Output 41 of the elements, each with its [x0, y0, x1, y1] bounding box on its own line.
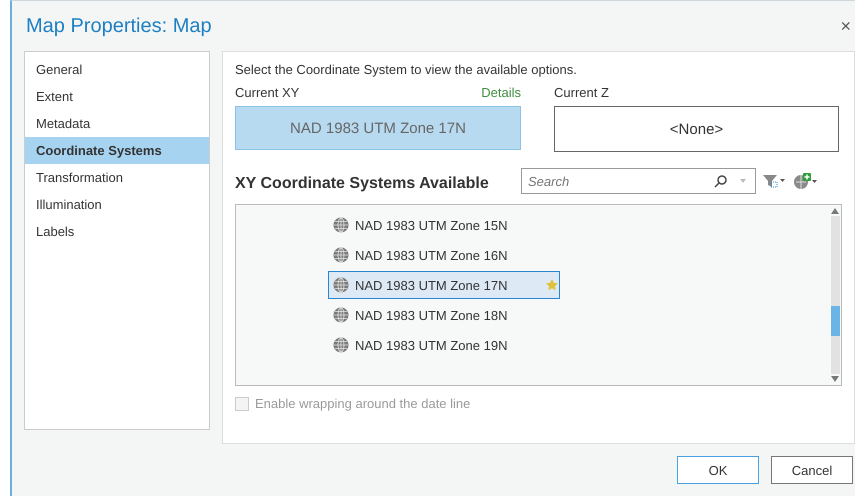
- cancel-button[interactable]: Cancel: [771, 456, 853, 484]
- ok-button[interactable]: OK: [677, 456, 759, 484]
- current-z-field: <None>: [554, 106, 839, 152]
- list-item-label: NAD 1983 UTM Zone 17N: [355, 278, 508, 292]
- globe-icon: [333, 247, 349, 263]
- scroll-down-icon[interactable]: [831, 376, 839, 382]
- field-label: Current Z: [554, 85, 609, 100]
- instruction-text: Select the Coordinate System to view the available options.: [235, 62, 578, 77]
- list-item[interactable]: NAD 1983 UTM Zone 16N: [328, 241, 560, 269]
- scroll-track[interactable]: [830, 216, 840, 374]
- list-item-label: NAD 1983 UTM Zone 19N: [355, 338, 508, 352]
- sidebar-item[interactable]: Coordinate Systems: [25, 137, 209, 164]
- checkbox-label: Enable wrapping around the date line: [255, 396, 470, 411]
- sidebar-item[interactable]: Extent: [25, 83, 209, 110]
- sidebar-item[interactable]: Illumination: [25, 191, 209, 218]
- search-icon: [714, 174, 728, 188]
- globe-icon: [333, 307, 349, 323]
- dropdown-icon[interactable]: [740, 179, 746, 183]
- details-link[interactable]: Details: [481, 85, 521, 100]
- scroll-up-icon[interactable]: [831, 208, 839, 214]
- window-title: Map Properties: Map: [26, 14, 212, 38]
- list-item[interactable]: NAD 1983 UTM Zone 17N: [328, 271, 560, 299]
- section-heading: XY Coordinate Systems Available: [235, 175, 490, 193]
- list-item-label: NAD 1983 UTM Zone 16N: [355, 248, 508, 262]
- globe-icon: [333, 337, 349, 353]
- sidebar-item[interactable]: Labels: [25, 218, 209, 245]
- globe-icon: [333, 217, 349, 233]
- search-field[interactable]: Search: [521, 168, 756, 194]
- sidebar-item[interactable]: Transformation: [25, 164, 209, 191]
- list-item[interactable]: NAD 1983 UTM Zone 19N: [328, 331, 560, 359]
- sidebar-item[interactable]: Metadata: [25, 110, 209, 137]
- sidebar-item[interactable]: General: [25, 56, 209, 83]
- list-item[interactable]: NAD 1983 UTM Zone 18N: [328, 301, 560, 329]
- list-item-label: NAD 1983 UTM Zone 15N: [355, 218, 508, 232]
- scroll-thumb[interactable]: [830, 306, 840, 336]
- current-xy-field: NAD 1983 UTM Zone 17N: [235, 106, 521, 150]
- list-item-label: NAD 1983 UTM Zone 18N: [355, 308, 508, 322]
- field-label: Current XY: [235, 85, 300, 100]
- globe-icon: [333, 277, 349, 293]
- list-item[interactable]: NAD 1983 UTM Zone 15N: [328, 211, 560, 239]
- close-button[interactable]: ×: [836, 16, 855, 36]
